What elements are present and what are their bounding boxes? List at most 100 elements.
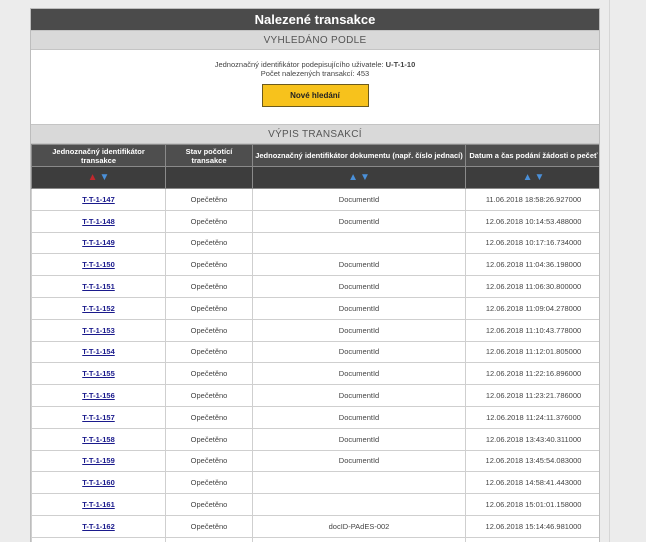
column-header-document-id: Jednoznačný identifikátor dokumentu (nap… xyxy=(252,144,466,167)
status-cell: Opečetěno xyxy=(165,296,253,320)
transaction-id-link[interactable]: T-T-1-149 xyxy=(82,238,115,247)
table-row: T-T-1-148 Opečetěno DocumentId 12.06.2018 1… xyxy=(31,209,599,233)
transaction-id-cell: T-T-1-148 xyxy=(31,209,166,233)
transaction-id-cell: T-T-1-155 xyxy=(31,362,166,386)
date-cell xyxy=(465,536,599,542)
date-cell: 12.06.2018 11:23:21.786000 xyxy=(465,384,599,407)
criterion-value: U-T-1-10 xyxy=(385,60,416,69)
transaction-id-link[interactable]: T-T-1-156 xyxy=(82,391,115,400)
date-cell: 12.06.2018 11:09:04.278000 xyxy=(465,296,599,320)
column-header-transaction-id: Jednoznačný identifikátor transakce xyxy=(31,144,166,167)
document-id-cell: DocumentId xyxy=(252,253,466,277)
document-id-cell: DocumentId xyxy=(252,340,466,364)
transaction-id-link[interactable]: T-T-1-154 xyxy=(82,347,115,356)
transactions-table-body: T-T-1-147 Opečetěno DocumentId 11.06.2018 1… xyxy=(31,188,599,542)
date-cell: 12.06.2018 11:12:01.805000 xyxy=(465,340,599,364)
transaction-id-cell: T-T-1-154 xyxy=(31,340,166,364)
document-id-cell: DocumentId xyxy=(252,449,466,473)
search-criteria-heading: VYHLEDÁNO PODLE xyxy=(31,30,599,50)
date-cell: 12.06.2018 11:24:11.376000 xyxy=(465,405,599,429)
transaction-id-cell: T-T-1-158 xyxy=(31,427,166,451)
status-cell: Opečetěno xyxy=(165,449,253,473)
document-id-cell: DocumentId xyxy=(252,427,466,451)
document-id-cell: DocumentId xyxy=(252,318,466,342)
status-cell: Opečetěno xyxy=(165,362,253,386)
transaction-id-link[interactable]: T-T-1-148 xyxy=(82,217,115,226)
document-id-cell: DocumentId xyxy=(252,209,466,233)
transaction-id-link[interactable]: T-T-1-160 xyxy=(82,478,115,487)
transaction-id-cell: T-T-1-156 xyxy=(31,384,166,407)
transaction-id-link[interactable]: T-T-1-162 xyxy=(82,522,115,531)
table-row: T-T-1-152 Opečetěno DocumentId 12.06.2018 1… xyxy=(31,296,599,320)
date-cell: 12.06.2018 11:06:30.800000 xyxy=(465,275,599,298)
transactions-table: Jednoznačný identifikátor transakce Stav… xyxy=(31,144,599,542)
status-cell: Opečetěno xyxy=(165,340,253,364)
transaction-id-cell: T-T-1-153 xyxy=(31,318,166,342)
document-id-cell: DocumentId xyxy=(252,405,466,429)
status-cell xyxy=(165,536,253,542)
search-criteria: Jednoznačný identifikátor podepisujícího… xyxy=(31,50,599,124)
transaction-id-link[interactable]: T-T-1-155 xyxy=(82,369,115,378)
count-value: 453 xyxy=(356,69,370,78)
status-cell: Opečetěno xyxy=(165,514,253,538)
date-cell: 12.06.2018 11:10:43.778000 xyxy=(465,318,599,342)
arrow-up-icon[interactable]: ▲ xyxy=(523,172,533,183)
table-row: T-T-1-160 Opečetěno 12.06.2018 14:58:41.44… xyxy=(31,471,599,495)
status-cell: Opečetěno xyxy=(165,405,253,429)
document-id-cell xyxy=(252,536,466,542)
arrow-up-icon[interactable]: ▲ xyxy=(348,172,358,183)
transactions-panel: Nalezené transakce VYHLEDÁNO PODLE Jedno… xyxy=(30,8,600,542)
new-search-button[interactable]: Nové hledání xyxy=(261,84,369,107)
status-cell: Opečetěno xyxy=(165,427,253,451)
status-cell: Opečetěno xyxy=(165,253,253,277)
transaction-id-cell: T-T-1-161 xyxy=(31,493,166,516)
sort-controls-date: ▲ ▼ xyxy=(465,166,599,189)
document-id-cell: DocumentId xyxy=(252,362,466,386)
table-row: T-T-1-162 Opečetěno docID-PAdES-002 12.06.2… xyxy=(31,514,599,538)
transaction-id-cell: T-T-1-162 xyxy=(31,514,166,538)
transaction-id-cell: T-T-1-159 xyxy=(31,449,166,473)
date-cell: 12.06.2018 11:04:36.198000 xyxy=(465,253,599,277)
transaction-id-link[interactable]: T-T-1-159 xyxy=(82,456,115,465)
arrow-down-icon[interactable]: ▼ xyxy=(535,172,545,183)
criterion-line: Jednoznačný identifikátor podepisujícího… xyxy=(31,60,599,69)
arrow-down-icon[interactable]: ▼ xyxy=(100,172,110,183)
status-cell: Opečetěno xyxy=(165,275,253,298)
table-row: T-T-1-149 Opečetěno 12.06.2018 10:17:16.73… xyxy=(31,231,599,255)
transaction-id-cell: T-T-1-151 xyxy=(31,275,166,298)
sort-controls-document-id: ▲ ▼ xyxy=(252,166,466,189)
status-cell: Opečetěno xyxy=(165,471,253,495)
arrow-up-icon[interactable]: ▲ xyxy=(88,172,98,183)
sort-controls-status xyxy=(165,166,253,189)
count-label: Počet nalezených transakcí: xyxy=(260,69,355,78)
transaction-id-link[interactable]: T-T-1-150 xyxy=(82,260,115,269)
date-cell: 11.06.2018 18:58:26.927000 xyxy=(465,188,599,211)
sort-controls-transaction-id: ▲ ▼ xyxy=(31,166,166,189)
transaction-id-link[interactable]: T-T-1-152 xyxy=(82,304,115,313)
table-row xyxy=(31,536,599,542)
transaction-id-link[interactable]: T-T-1-151 xyxy=(82,282,115,291)
transaction-id-link[interactable]: T-T-1-157 xyxy=(82,413,115,422)
transaction-id-link[interactable]: T-T-1-147 xyxy=(82,195,115,204)
date-cell: 12.06.2018 15:14:46.981000 xyxy=(465,514,599,538)
transaction-id-cell xyxy=(31,536,166,542)
transaction-id-cell: T-T-1-160 xyxy=(31,471,166,495)
criterion-label: Jednoznačný identifikátor podepisujícího… xyxy=(214,60,384,69)
table-row: T-T-1-158 Opečetěno DocumentId 12.06.2018 1… xyxy=(31,427,599,451)
status-cell: Opečetěno xyxy=(165,209,253,233)
transaction-id-cell: T-T-1-147 xyxy=(31,188,166,211)
transaction-id-cell: T-T-1-150 xyxy=(31,253,166,277)
table-row: T-T-1-155 Opečetěno DocumentId 12.06.2018 1… xyxy=(31,362,599,386)
transaction-id-cell: T-T-1-157 xyxy=(31,405,166,429)
document-id-cell xyxy=(252,493,466,516)
transaction-id-link[interactable]: T-T-1-153 xyxy=(82,326,115,335)
date-cell: 12.06.2018 13:45:54.083000 xyxy=(465,449,599,473)
transaction-id-link[interactable]: T-T-1-158 xyxy=(82,435,115,444)
table-row: T-T-1-157 Opečetěno DocumentId 12.06.2018 1… xyxy=(31,405,599,429)
table-row: T-T-1-156 Opečetěno DocumentId 12.06.2018 1… xyxy=(31,384,599,407)
table-row: T-T-1-153 Opečetěno DocumentId 12.06.2018 1… xyxy=(31,318,599,342)
transaction-id-cell: T-T-1-149 xyxy=(31,231,166,255)
transaction-id-link[interactable]: T-T-1-161 xyxy=(82,500,115,509)
date-cell: 12.06.2018 11:22:16.896000 xyxy=(465,362,599,386)
arrow-down-icon[interactable]: ▼ xyxy=(360,172,370,183)
